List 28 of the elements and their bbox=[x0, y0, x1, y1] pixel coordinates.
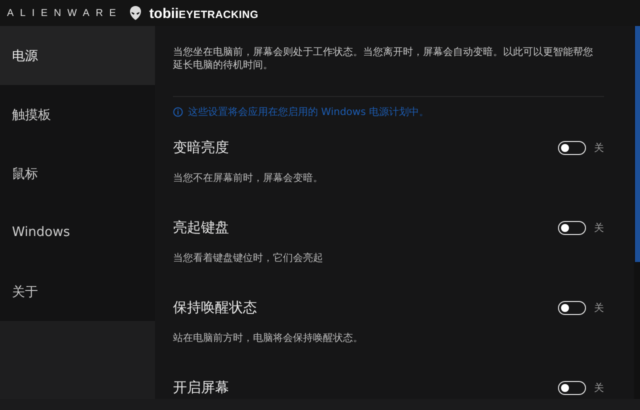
toggle-state-label: 关 bbox=[594, 302, 605, 315]
brand-logo-text: ALIENWARE bbox=[7, 8, 122, 18]
info-note: 这些设置将会应用在您启用的 Windows 电源计划中。 bbox=[188, 106, 429, 119]
eyetracking-text: EYETRACKING bbox=[178, 9, 259, 21]
toggle-switch[interactable] bbox=[558, 141, 586, 155]
setting-title: 变暗亮度 bbox=[173, 139, 230, 157]
setting-description: 当您不在屏幕前时，屏幕会变暗。 bbox=[173, 172, 324, 185]
scrollbar[interactable] bbox=[634, 26, 640, 399]
toggle-switch[interactable] bbox=[558, 381, 586, 395]
sidebar-item[interactable]: Windows bbox=[0, 203, 155, 262]
sidebar-item[interactable]: 关于 bbox=[0, 262, 155, 321]
sidebar-item[interactable]: 鼠标 bbox=[0, 144, 155, 203]
intro-text: 当您坐在电脑前，屏幕会则处于工作状态。当您离开时，屏幕会自动变暗。以此可以更智能帮您延长电脑的待机时间。 bbox=[172, 46, 594, 72]
toggle-state-label: 关 bbox=[594, 222, 605, 235]
toggle-switch[interactable] bbox=[558, 221, 586, 235]
sidebar-item[interactable]: 触摸板 bbox=[0, 85, 155, 144]
setting-description: 站在电脑前方时，电脑将会保持唤醒状态。 bbox=[173, 332, 364, 345]
toggle-state-label: 关 bbox=[594, 382, 605, 395]
toggle-switch[interactable] bbox=[558, 301, 586, 315]
setting-title: 亮起键盘 bbox=[173, 219, 230, 237]
sidebar-item[interactable]: 电源 bbox=[0, 26, 155, 85]
toggle-state-label: 关 bbox=[594, 142, 605, 155]
setting-description: 当您看着键盘键位时，它们会亮起 bbox=[173, 252, 324, 265]
tobii-logo-text: tobii bbox=[149, 5, 179, 21]
alien-head-icon bbox=[130, 6, 142, 20]
setting-title: 开启屏幕 bbox=[173, 379, 230, 397]
info-icon bbox=[173, 107, 183, 117]
setting-title: 保持唤醒状态 bbox=[173, 299, 258, 317]
